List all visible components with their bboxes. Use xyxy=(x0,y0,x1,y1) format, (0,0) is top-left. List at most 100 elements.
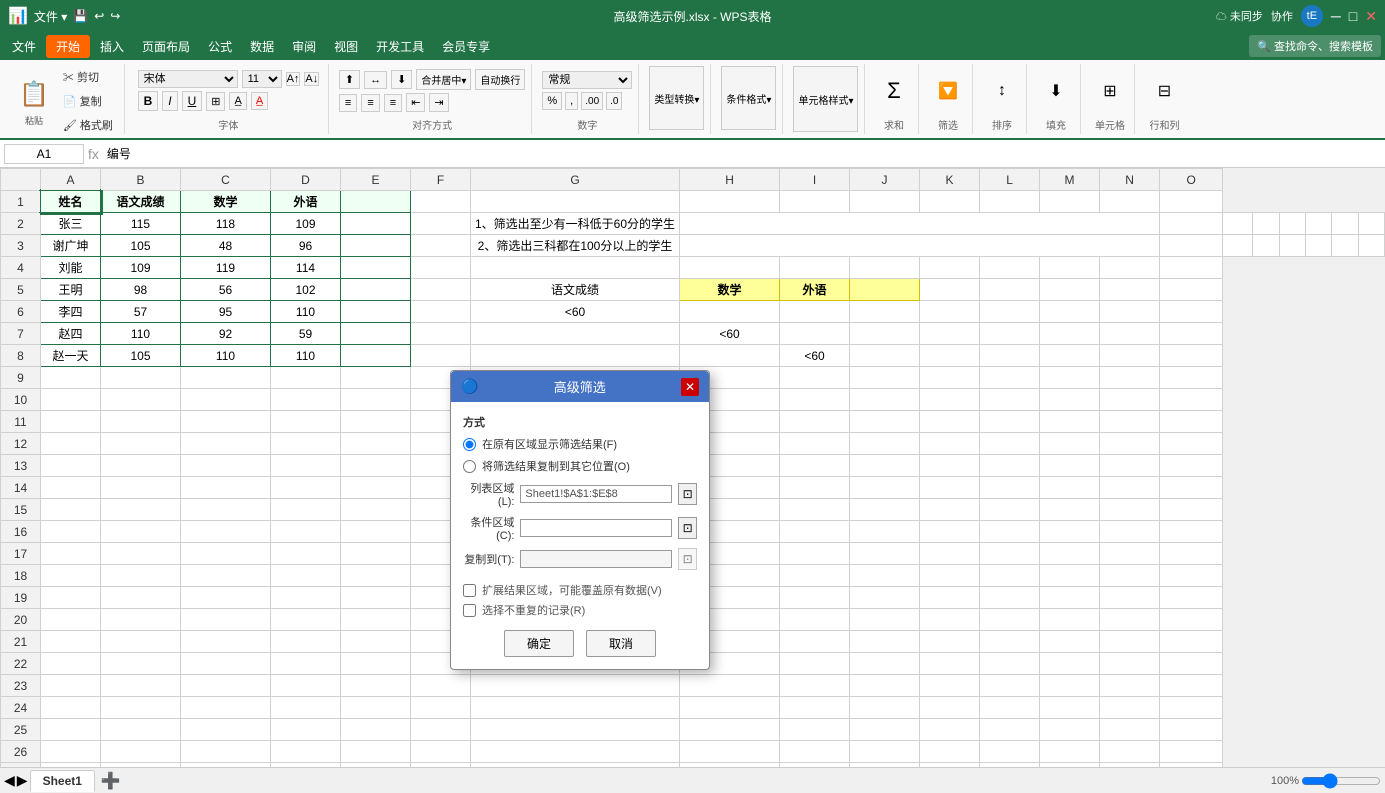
cell-4-1[interactable]: 刘能 xyxy=(41,257,101,279)
cell-btn[interactable]: ⊞ xyxy=(1099,66,1120,115)
type-convert-btn[interactable]: 类型转换▾ xyxy=(649,66,704,130)
minimize-btn[interactable]: ─ xyxy=(1331,8,1341,24)
cell-19-1[interactable] xyxy=(41,587,101,609)
row-header-1[interactable]: 1 xyxy=(1,191,41,213)
cell-24-1[interactable] xyxy=(41,697,101,719)
user-avatar[interactable]: tE xyxy=(1301,5,1323,27)
cell-7-14[interactable] xyxy=(1100,323,1160,345)
cell-14-4[interactable] xyxy=(271,477,341,499)
row-header-25[interactable]: 25 xyxy=(1,719,41,741)
cell-14-3[interactable] xyxy=(181,477,271,499)
menu-item-formula[interactable]: 公式 xyxy=(200,34,240,59)
cell-4-6[interactable] xyxy=(411,257,471,279)
row-header-12[interactable]: 12 xyxy=(1,433,41,455)
cell-8-12[interactable] xyxy=(980,345,1040,367)
cell-3-4[interactable]: 96 xyxy=(271,235,341,257)
cell-21-13[interactable] xyxy=(1040,631,1100,653)
cell-7-12[interactable] xyxy=(980,323,1040,345)
paste-btn[interactable]: 📋 xyxy=(12,75,56,114)
menu-item-vip[interactable]: 会员专享 xyxy=(434,34,498,59)
cell-8-3[interactable]: 110 xyxy=(181,345,271,367)
cell-4-4[interactable]: 114 xyxy=(271,257,341,279)
row-header-8[interactable]: 8 xyxy=(1,345,41,367)
cell-16-1[interactable] xyxy=(41,521,101,543)
cell-7-4[interactable]: 59 xyxy=(271,323,341,345)
cell-8-8[interactable] xyxy=(680,345,780,367)
cell-27-2[interactable] xyxy=(101,763,181,768)
cell-27-3[interactable] xyxy=(181,763,271,768)
cell-14-14[interactable] xyxy=(1100,477,1160,499)
cell-13-15[interactable] xyxy=(1160,455,1223,477)
cell-1-2[interactable]: 语文成绩 xyxy=(101,191,181,213)
cell-24-9[interactable] xyxy=(780,697,850,719)
cell-3-7[interactable]: 2、筛选出三科都在100分以上的学生 xyxy=(471,235,680,257)
cell-14-2[interactable] xyxy=(101,477,181,499)
cell-9-13[interactable] xyxy=(1040,367,1100,389)
cell-11-5[interactable] xyxy=(341,411,411,433)
cell-8-1[interactable]: 赵一天 xyxy=(41,345,101,367)
cell-26-7[interactable] xyxy=(471,741,680,763)
cell-15-9[interactable] xyxy=(780,499,850,521)
cell-26-6[interactable] xyxy=(411,741,471,763)
cell-18-1[interactable] xyxy=(41,565,101,587)
cell-14-9[interactable] xyxy=(780,477,850,499)
cell-18-3[interactable] xyxy=(181,565,271,587)
row-header-16[interactable]: 16 xyxy=(1,521,41,543)
sort-btn[interactable]: ↕ xyxy=(994,66,1010,115)
cell-26-10[interactable] xyxy=(850,741,920,763)
cell-10-12[interactable] xyxy=(980,389,1040,411)
cell-23-14[interactable] xyxy=(1100,675,1160,697)
cell-13-12[interactable] xyxy=(980,455,1040,477)
cell-5-4[interactable]: 102 xyxy=(271,279,341,301)
dialog-confirm-btn[interactable]: 确定 xyxy=(504,630,574,657)
row-header-10[interactable]: 10 xyxy=(1,389,41,411)
quick-redo-icon[interactable]: ↪ xyxy=(110,9,120,23)
cell-27-5[interactable] xyxy=(341,763,411,768)
row-header-3[interactable]: 3 xyxy=(1,235,41,257)
cell-16-13[interactable] xyxy=(1040,521,1100,543)
wrap-text-btn[interactable]: 自动换行 xyxy=(475,69,525,90)
font-size-increase-btn[interactable]: A↑ xyxy=(286,72,301,86)
cell-8-11[interactable] xyxy=(920,345,980,367)
cell-20-12[interactable] xyxy=(980,609,1040,631)
cell-4-8[interactable] xyxy=(680,257,780,279)
cell-25-13[interactable] xyxy=(1040,719,1100,741)
cell-8-13[interactable] xyxy=(1040,345,1100,367)
cell-13-14[interactable] xyxy=(1100,455,1160,477)
cell-14-12[interactable] xyxy=(980,477,1040,499)
cell-15-1[interactable] xyxy=(41,499,101,521)
cell-9-11[interactable] xyxy=(920,367,980,389)
row-header-24[interactable]: 24 xyxy=(1,697,41,719)
cell-4-13[interactable] xyxy=(1040,257,1100,279)
cell-6-9[interactable] xyxy=(780,301,850,323)
row-header-17[interactable]: 17 xyxy=(1,543,41,565)
cell-16-15[interactable] xyxy=(1160,521,1223,543)
cell-7-5[interactable] xyxy=(341,323,411,345)
cell-6-6[interactable] xyxy=(411,301,471,323)
cell-7-6[interactable] xyxy=(411,323,471,345)
cell-11-2[interactable] xyxy=(101,411,181,433)
cell-4-10[interactable] xyxy=(850,257,920,279)
cell-21-3[interactable] xyxy=(181,631,271,653)
list-range-picker-btn[interactable]: ⊡ xyxy=(678,483,697,505)
cell-10-2[interactable] xyxy=(101,389,181,411)
cell-26-11[interactable] xyxy=(920,741,980,763)
cell-26-13[interactable] xyxy=(1040,741,1100,763)
cell-1-5[interactable] xyxy=(341,191,411,213)
cell-27-10[interactable] xyxy=(850,763,920,768)
cell-19-11[interactable] xyxy=(920,587,980,609)
sync-btn[interactable]: ☁ 未同步 xyxy=(1216,8,1263,24)
cell-1-11[interactable] xyxy=(920,191,980,213)
cell-7-3[interactable]: 92 xyxy=(181,323,271,345)
cell-25-9[interactable] xyxy=(780,719,850,741)
collab-btn[interactable]: 协作 xyxy=(1271,8,1293,24)
cell-19-9[interactable] xyxy=(780,587,850,609)
cell-3-11[interactable] xyxy=(1253,235,1279,257)
menu-item-dev[interactable]: 开发工具 xyxy=(368,34,432,59)
align-left-btn[interactable]: ≡ xyxy=(339,94,357,112)
cell-25-11[interactable] xyxy=(920,719,980,741)
cell-19-10[interactable] xyxy=(850,587,920,609)
fill-color-btn[interactable]: A̲ xyxy=(229,92,246,110)
cell-21-11[interactable] xyxy=(920,631,980,653)
cell-8-7[interactable] xyxy=(471,345,680,367)
